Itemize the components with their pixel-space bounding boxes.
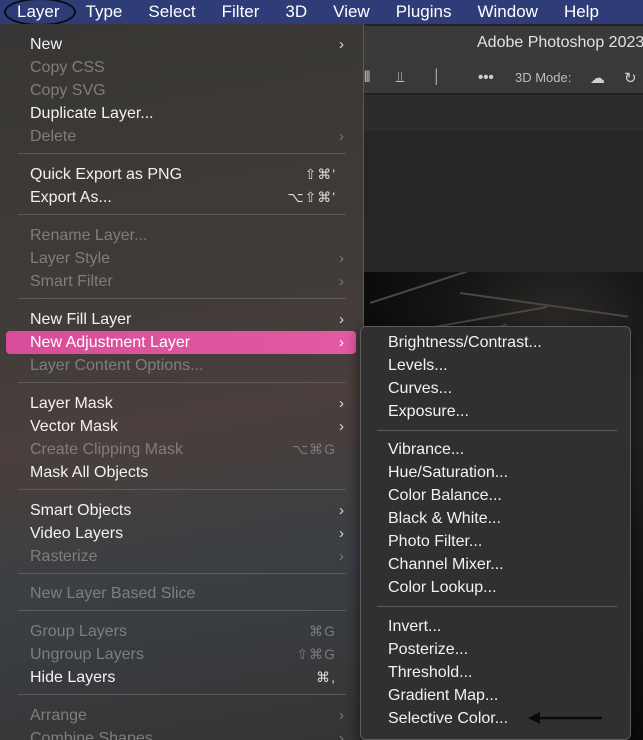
menu-separator — [18, 298, 346, 299]
menu-window[interactable]: Window — [464, 0, 550, 24]
chevron-right-icon: › — [339, 273, 344, 290]
submenu-item-hue-saturation[interactable]: Hue/Saturation... — [361, 461, 630, 484]
menu-item-new[interactable]: New › — [6, 33, 356, 56]
menu-item-copy-svg: Copy SVG — [30, 82, 106, 99]
menu-item-delete: Delete › — [6, 125, 356, 148]
chevron-right-icon: › — [339, 525, 344, 542]
menu-separator — [18, 489, 346, 490]
chevron-right-icon: › — [339, 730, 344, 740]
submenu-item-black-white[interactable]: Black & White... — [361, 507, 630, 530]
distribute-icon[interactable]: ⏐ — [432, 69, 441, 86]
submenu-item-photo-filter[interactable]: Photo Filter... — [361, 530, 630, 553]
canvas-area — [360, 131, 643, 272]
menu-separator — [18, 694, 346, 695]
tab-bar — [360, 95, 643, 131]
submenu-item-color-balance[interactable]: Color Balance... — [361, 484, 630, 507]
menu-item-group-layers: Group Layers ⌘G — [6, 620, 356, 643]
menu-item-rename-layer: Rename Layer... — [30, 227, 148, 244]
menu-separator — [18, 573, 346, 574]
menu-separator — [18, 382, 346, 383]
menu-item-vector-mask[interactable]: Vector Mask › — [6, 415, 356, 438]
submenu-item-gradient-map[interactable]: Gradient Map... — [361, 684, 630, 707]
menu-separator — [18, 153, 346, 154]
submenu-item-posterize[interactable]: Posterize... — [361, 638, 630, 661]
submenu-item-color-lookup[interactable]: Color Lookup... — [361, 576, 630, 599]
chevron-right-icon: › — [339, 502, 344, 519]
menu-item-create-clipping-mask: Create Clipping Mask ⌥⌘G — [6, 438, 356, 461]
menu-layer[interactable]: Layer — [0, 0, 76, 26]
highlight-circle — [4, 0, 76, 26]
chevron-right-icon: › — [339, 128, 344, 145]
orbit-icon[interactable]: ☁ — [590, 69, 605, 87]
menu-item-smart-filter: Smart Filter › — [6, 270, 356, 293]
menu-item-new-fill-layer[interactable]: New Fill Layer › — [6, 308, 356, 331]
menu-select[interactable]: Select — [135, 0, 208, 24]
options-bar: ⫴ ⫫ ⏐ ••• ☁ ↻ — [360, 62, 643, 94]
menu-item-mask-all-objects[interactable]: Mask All Objects — [6, 461, 356, 484]
menu-item-layer-content-options: Layer Content Options... — [30, 357, 204, 374]
shortcut-label: ⌘, — [316, 669, 336, 685]
submenu-item-invert[interactable]: Invert... — [361, 615, 630, 638]
shortcut-label: ⇧⌘' — [304, 166, 336, 182]
menu-help[interactable]: Help — [551, 0, 612, 24]
menu-item-quick-export[interactable]: Quick Export as PNG ⇧⌘' — [6, 163, 356, 186]
menu-view[interactable]: View — [320, 0, 383, 24]
chevron-right-icon: › — [339, 311, 344, 328]
menu-item-layer-mask[interactable]: Layer Mask › — [6, 392, 356, 415]
app-title: Adobe Photoshop 2023 — [360, 26, 643, 62]
chevron-right-icon: › — [339, 548, 344, 565]
menu-item-layer-style: Layer Style › — [6, 247, 356, 270]
align-icon[interactable]: ⫴ — [364, 69, 370, 86]
menu-item-rasterize: Rasterize › — [6, 545, 356, 568]
menu-item-export-as[interactable]: Export As... ⌥⇧⌘' — [6, 186, 356, 209]
menu-item-combine-shapes: Combine Shapes › — [6, 727, 356, 740]
menu-separator — [18, 214, 346, 215]
submenu-item-exposure[interactable]: Exposure... — [361, 400, 630, 423]
menu-plugins[interactable]: Plugins — [383, 0, 465, 24]
shortcut-label: ⌥⇧⌘' — [287, 189, 336, 205]
menu-separator — [18, 610, 346, 611]
menu-item-new-adjustment-layer[interactable]: New Adjustment Layer › — [6, 331, 356, 354]
menu-item-smart-objects[interactable]: Smart Objects › — [6, 499, 356, 522]
adjustment-layer-submenu: Brightness/Contrast... Levels... Curves.… — [360, 326, 631, 740]
menu-type[interactable]: Type — [73, 0, 136, 24]
layer-menu: New › Copy CSS Copy SVG Duplicate Layer..… — [0, 24, 364, 740]
shortcut-label: ⌥⌘G — [291, 441, 336, 457]
menu-item-hide-layers[interactable]: Hide Layers ⌘, — [6, 666, 356, 689]
submenu-item-channel-mixer[interactable]: Channel Mixer... — [361, 553, 630, 576]
chevron-right-icon: › — [339, 36, 344, 53]
submenu-item-levels[interactable]: Levels... — [361, 354, 630, 377]
menu-item-arrange: Arrange › — [6, 704, 356, 727]
submenu-item-threshold[interactable]: Threshold... — [361, 661, 630, 684]
menu-filter[interactable]: Filter — [209, 0, 273, 24]
menu-item-video-layers[interactable]: Video Layers › — [6, 522, 356, 545]
menu-separator — [377, 430, 617, 431]
rotate-icon[interactable]: ↻ — [624, 69, 637, 87]
submenu-item-curves[interactable]: Curves... — [361, 377, 630, 400]
menu-item-copy-css: Copy CSS — [30, 59, 105, 76]
chevron-right-icon: › — [339, 250, 344, 267]
annotation-arrow-icon — [528, 712, 602, 724]
menu-bar: Layer Type Select Filter 3D View Plugins… — [0, 0, 643, 26]
more-icon[interactable]: ••• — [478, 69, 494, 86]
shortcut-label: ⌘G — [309, 623, 336, 639]
menu-separator — [377, 606, 617, 607]
chevron-right-icon: › — [339, 334, 344, 351]
chevron-right-icon: › — [339, 395, 344, 412]
align-bottom-icon[interactable]: ⫫ — [396, 69, 404, 86]
menu-3d[interactable]: 3D — [272, 0, 320, 24]
menu-item-new-layer-based-slice: New Layer Based Slice — [30, 585, 196, 602]
menu-item-duplicate-layer[interactable]: Duplicate Layer... — [6, 102, 356, 125]
chevron-right-icon: › — [339, 707, 344, 724]
submenu-item-brightness-contrast[interactable]: Brightness/Contrast... — [361, 331, 630, 354]
menu-item-ungroup-layers: Ungroup Layers ⇧⌘G — [6, 643, 356, 666]
shortcut-label: ⇧⌘G — [296, 646, 336, 662]
chevron-right-icon: › — [339, 418, 344, 435]
3d-mode-label: 3D Mode: — [515, 70, 572, 85]
submenu-item-vibrance[interactable]: Vibrance... — [361, 438, 630, 461]
